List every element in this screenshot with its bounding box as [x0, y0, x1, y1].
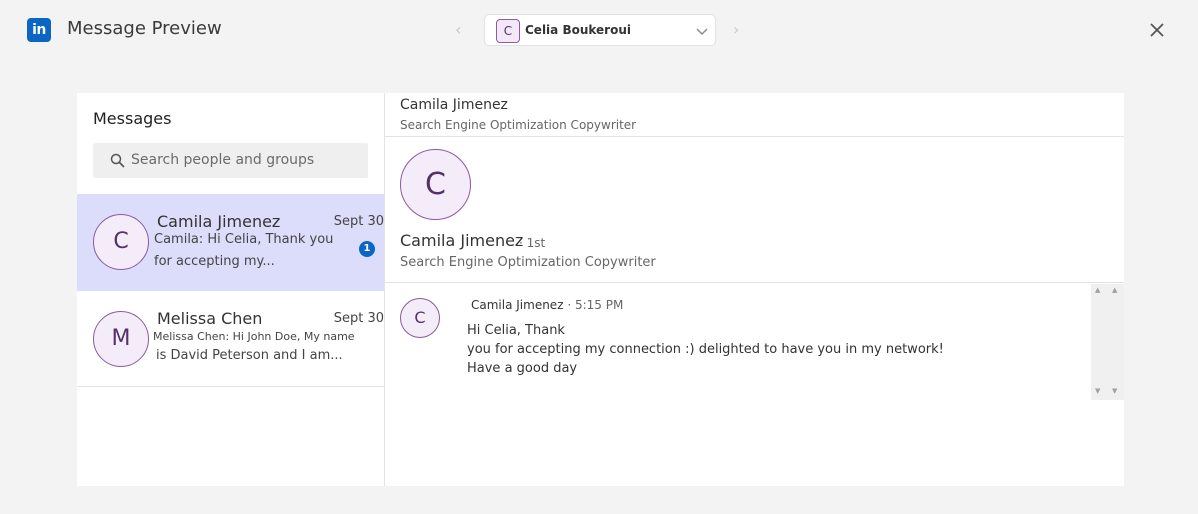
scroll-down-icon[interactable]: ▼: [1095, 387, 1100, 395]
search-icon: [110, 153, 125, 168]
messaging-panel: Messages C Camila Jimenez Sept 30 Camila…: [77, 93, 1124, 486]
thread-pane: Camila Jimenez Search Engine Optimizatio…: [385, 93, 1124, 486]
conversation-preview: is David Peterson and I am...: [156, 348, 343, 363]
message-sender-name: Camila Jimenez: [471, 298, 564, 312]
message-list: C Camila Jimenez · 5:15 PM Hi Celia, Tha…: [385, 284, 1124, 400]
avatar: C: [93, 214, 149, 270]
chevron-down-icon: [696, 28, 708, 35]
linkedin-logo-icon: in: [27, 18, 51, 42]
next-account-button[interactable]: ›: [733, 20, 739, 40]
account-selector[interactable]: C Celia Boukeroui: [484, 14, 716, 46]
message-line: you for accepting my connection :) delig…: [467, 342, 944, 376]
account-avatar: C: [496, 19, 520, 43]
avatar: M: [93, 311, 149, 367]
profile-headline: Search Engine Optimization Copywriter: [400, 255, 656, 270]
connection-degree: · 1st: [519, 236, 546, 250]
page-title: Message Preview: [67, 18, 222, 39]
message-line: Hi Celia, Thank: [467, 323, 565, 338]
profile-name[interactable]: Camila Jimenez: [400, 231, 523, 250]
avatar[interactable]: C: [400, 149, 471, 220]
unread-badge: 1: [359, 241, 375, 257]
conversation-item-melissa-chen[interactable]: M Melissa Chen Sept 30 Melissa Chen: Hi …: [77, 291, 384, 387]
search-input[interactable]: [131, 152, 361, 168]
message-time: · 5:15 PM: [563, 298, 624, 312]
thread-header: Camila Jimenez Search Engine Optimizatio…: [385, 93, 1124, 137]
profile-card: C Camila Jimenez · 1st Search Engine Opt…: [385, 137, 1124, 283]
scroll-down-icon[interactable]: ▼: [1112, 387, 1117, 395]
messages-heading: Messages: [93, 109, 172, 128]
thread-contact-name[interactable]: Camila Jimenez: [400, 97, 508, 113]
message-sender: Camila Jimenez · 5:15 PM: [471, 298, 623, 312]
header-bar: in Message Preview ‹ C Celia Boukeroui ›: [0, 0, 1198, 60]
conversation-list-pane: Messages C Camila Jimenez Sept 30 Camila…: [77, 93, 385, 486]
conversation-date: Sept 30: [333, 214, 384, 229]
thread-contact-headline: Search Engine Optimization Copywriter: [400, 118, 637, 132]
conversation-name: Melissa Chen: [157, 309, 263, 328]
conversation-name: Camila Jimenez: [157, 212, 281, 231]
conversation-preview: for accepting my...: [154, 254, 275, 269]
conversation-date: Sept 30: [333, 311, 384, 326]
message-body: Hi Celia, Thank you for accepting my con…: [467, 321, 947, 378]
conversation-preview: Camila: Hi Celia, Thank you: [154, 232, 334, 247]
close-icon[interactable]: [1147, 20, 1167, 40]
scroll-up-icon[interactable]: ▲: [1095, 286, 1100, 294]
previous-account-button[interactable]: ‹: [455, 20, 461, 40]
account-name: Celia Boukeroui: [525, 23, 631, 37]
scroll-up-icon[interactable]: ▲: [1112, 286, 1117, 294]
scrollbar[interactable]: ▲ ▲ ▼ ▼: [1091, 284, 1124, 400]
avatar: C: [400, 298, 440, 338]
conversation-preview: Melissa Chen: Hi John Doe, My name: [153, 330, 355, 343]
search-box[interactable]: [93, 143, 368, 178]
conversation-item-camila-jimenez[interactable]: C Camila Jimenez Sept 30 Camila: Hi Celi…: [77, 194, 384, 291]
